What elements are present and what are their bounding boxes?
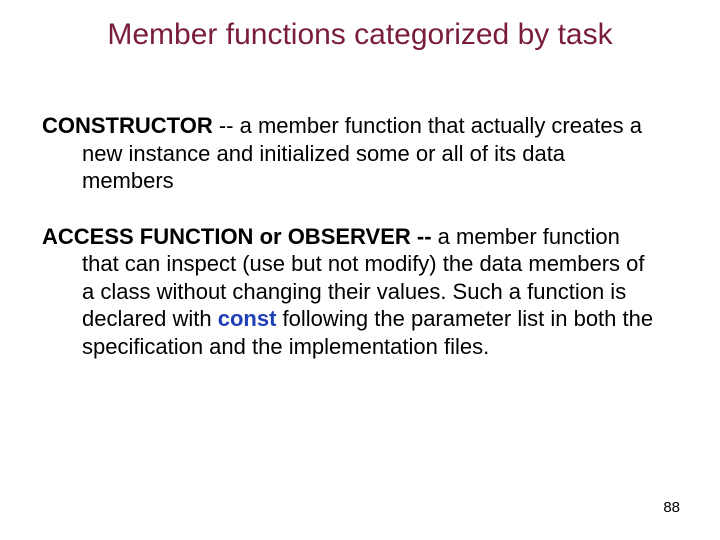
access-function-paragraph: ACCESS FUNCTION or OBSERVER -- a member … [42,223,660,361]
const-keyword: const [218,306,277,331]
observer-term: OBSERVER [288,224,411,249]
sep2: -- [411,224,438,249]
constructor-term: CONSTRUCTOR [42,113,213,138]
sep: -- [213,113,240,138]
slide-title: Member functions categorized by task [0,18,720,52]
or-word: or [253,224,287,249]
slide-body: CONSTRUCTOR -- a member function that ac… [42,112,660,388]
page-number: 88 [663,499,680,516]
constructor-paragraph: CONSTRUCTOR -- a member function that ac… [42,112,660,195]
access-function-term: ACCESS FUNCTION [42,224,253,249]
